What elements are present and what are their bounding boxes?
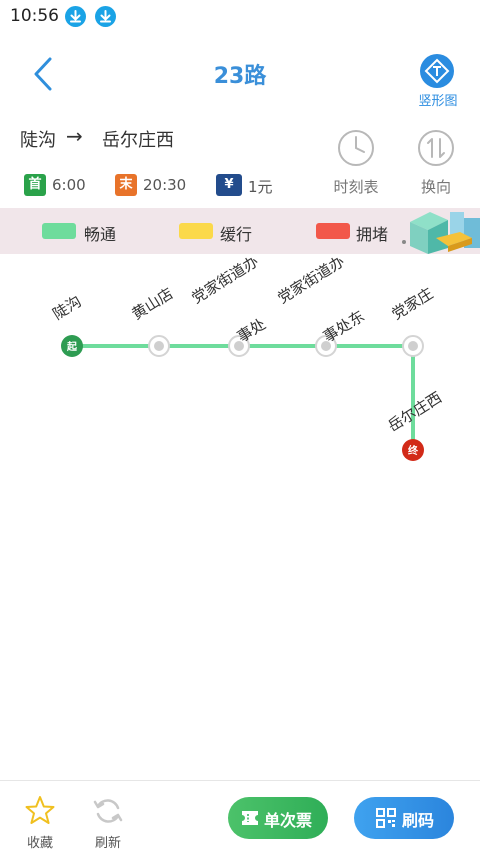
ticket-icon	[242, 811, 258, 825]
stop-label: 陡沟	[50, 292, 85, 323]
bottom-divider	[0, 780, 480, 781]
stop-marker-dot	[154, 341, 164, 351]
legend-label-congested: 拥堵	[356, 225, 389, 244]
stop-label: 党家街道办事处	[189, 252, 269, 346]
first-bus-time: 6:00	[52, 176, 86, 194]
reverse-direction-button[interactable]: 换向	[406, 128, 466, 198]
favorite-button[interactable]: 收藏	[18, 794, 62, 851]
timetable-button[interactable]: 时刻表	[326, 128, 386, 198]
city-bus-illustration	[402, 212, 480, 254]
download-icon	[95, 6, 116, 27]
stop-label-line: 党家街道办	[275, 256, 348, 307]
stop-label: 党家街道办事处东	[275, 252, 368, 346]
stop-label-line: 党家庄	[389, 284, 437, 323]
stop-label: 党家庄	[389, 284, 437, 323]
fare-text: 1元	[248, 178, 273, 196]
route-to: 岳尔庄西	[102, 130, 174, 151]
back-button[interactable]	[28, 54, 60, 94]
stop-label-line: 事处东	[320, 307, 368, 346]
refresh-label: 刷新	[94, 836, 121, 851]
traffic-legend: 畅通 缓行 拥堵	[0, 208, 480, 254]
legend-label-smooth: 畅通	[84, 225, 117, 244]
stop-marker-dot	[408, 341, 418, 351]
qr-code-icon	[376, 808, 396, 828]
vertical-view-button[interactable]: 竖形图	[412, 52, 464, 109]
refresh-button[interactable]: 刷新	[86, 794, 130, 851]
end-stop-tag: 终	[408, 444, 419, 457]
stop-label-line: 陡沟	[50, 292, 85, 323]
star-icon	[25, 796, 55, 824]
legend-swatch-smooth	[42, 223, 76, 239]
status-time: 10:56	[10, 6, 59, 26]
stop-label-line: 党家街道办	[189, 256, 262, 307]
route-line-svg: 起终陡沟 黄山店 党家街道办事处党家街道办事处东党家庄岳尔庄西	[50, 252, 445, 461]
stop-label: 黄山店	[129, 284, 177, 323]
legend-swatch-slow	[179, 223, 213, 239]
refresh-icon	[93, 799, 123, 823]
clock-icon	[338, 130, 374, 166]
first-bus-badge: 首	[24, 174, 46, 196]
fare-badge: ¥	[216, 174, 242, 196]
route-arrow: →	[66, 124, 83, 148]
qr-code-label: 刷码	[402, 811, 435, 830]
last-bus-time: 20:30	[143, 176, 187, 194]
qr-code-button[interactable]: 刷码	[354, 797, 454, 839]
chevron-left-icon	[34, 57, 52, 91]
last-bus-badge: 末	[115, 174, 137, 196]
start-stop-tag: 起	[66, 340, 78, 353]
single-ticket-button[interactable]: 单次票	[228, 797, 328, 839]
vertical-route-icon	[420, 54, 454, 88]
download-icon	[65, 6, 86, 27]
legend-swatch-congested	[316, 223, 350, 239]
favorite-label: 收藏	[26, 836, 53, 851]
page-title: 23路	[213, 64, 267, 89]
route-diagram: 起终陡沟 黄山店 党家街道办 事处 党家街道办 事处东 党家庄 岳尔庄西	[0, 252, 480, 496]
route-from: 陡沟	[20, 130, 56, 151]
status-bar: 10:56	[0, 0, 480, 34]
reverse-direction-label: 换向	[420, 178, 451, 196]
timetable-label: 时刻表	[333, 178, 379, 196]
legend-label-slow: 缓行	[220, 225, 253, 244]
vertical-view-label: 竖形图	[418, 94, 458, 109]
stop-label-line: 黄山店	[129, 284, 177, 323]
swap-vertical-icon	[418, 130, 454, 166]
single-ticket-label: 单次票	[264, 811, 313, 830]
